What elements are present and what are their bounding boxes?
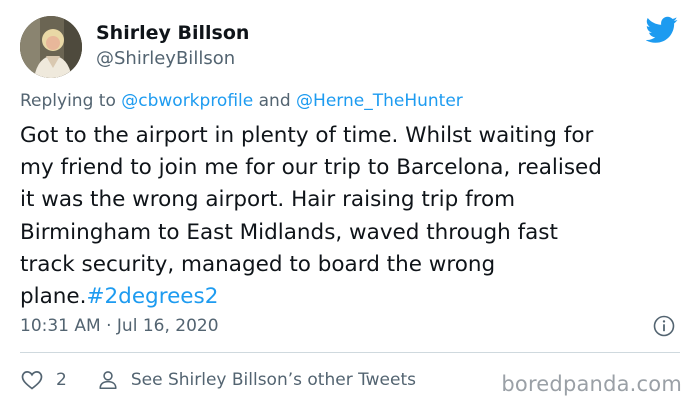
tweet-timestamp[interactable]: 10:31 AM · Jul 16, 2020 [20, 316, 219, 336]
tweet-text-line: my friend to join me for our trip to Bar… [20, 155, 602, 181]
tweet-text-line: it was the wrong airport. Hair raising t… [20, 187, 516, 213]
tweet-text-last-line: plane.#2degrees2 [20, 281, 690, 313]
heart-icon[interactable] [20, 368, 44, 392]
see-other-tweets-label: See Shirley Billson’s other Tweets [130, 370, 417, 390]
tweet-card: Shirley Billson @ShirleyBillson Replying… [0, 0, 700, 406]
see-other-tweets-link[interactable]: See Shirley Billson’s other Tweets [97, 369, 416, 391]
hashtag-link[interactable]: #2degrees2 [86, 284, 218, 309]
like-count: 2 [56, 370, 67, 390]
tweet-actions: 2 See Shirley Billson’s other Tweets [20, 366, 416, 394]
tweet-text-line: plane. [20, 284, 87, 310]
reply-context: Replying to @cbworkprofile and @Herne_Th… [20, 91, 463, 111]
tweet-text-line: Got to the airport in plenty of time. Wh… [20, 123, 594, 148]
divider [20, 352, 680, 353]
avatar[interactable] [20, 16, 82, 78]
author-handle[interactable]: @ShirleyBillson [96, 48, 235, 69]
watermark: boredpanda.com [501, 372, 682, 396]
reply-mention-herne-thehunter[interactable]: @Herne_TheHunter [296, 91, 463, 111]
author-name[interactable]: Shirley Billson [96, 22, 249, 44]
info-icon[interactable] [652, 314, 676, 338]
reply-mention-cbworkprofile[interactable]: @cbworkprofile [121, 91, 253, 111]
tweet-body: Got to the airport in plenty of time. Wh… [20, 120, 690, 313]
avatar-photo-icon [20, 16, 82, 78]
reply-and: and [253, 91, 297, 111]
tweet-text-line: Birmingham to East Midlands, waved throu… [20, 219, 558, 245]
person-icon [99, 371, 117, 390]
reply-prefix: Replying to [20, 91, 122, 111]
twitter-bird-icon[interactable] [646, 16, 678, 44]
tweet-text-line: track security, managed to board the wro… [20, 251, 496, 277]
